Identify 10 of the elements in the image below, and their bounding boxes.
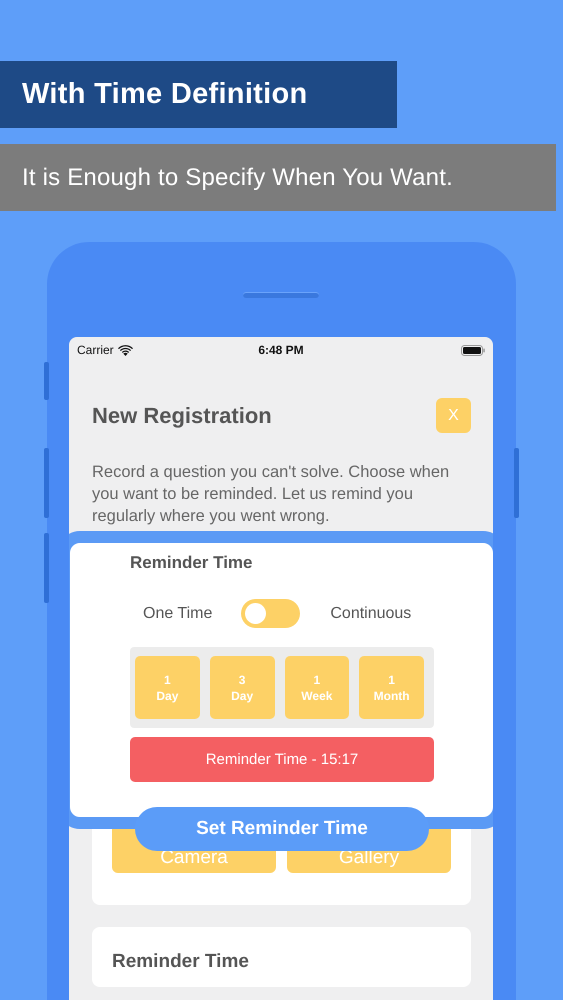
banner-title: With Time Definition: [22, 78, 308, 111]
toggle-label: Continuous: [330, 604, 412, 622]
banner-subtitle: It is Enough to Specify When You Want.: [22, 164, 453, 192]
section-title: Reminder Time: [112, 951, 249, 972]
carrier-label: Carrier: [77, 343, 114, 357]
popup-title: Reminder Time: [130, 553, 254, 573]
status-time: 6:48 PM: [258, 343, 304, 357]
screen-title: New Registration: [92, 402, 272, 428]
description-text: Record a question you can't solve. Choose when you want to be reminded. Let us remind you regularly where you went wrong.: [92, 462, 450, 527]
toggle-label: One Time: [143, 604, 212, 622]
